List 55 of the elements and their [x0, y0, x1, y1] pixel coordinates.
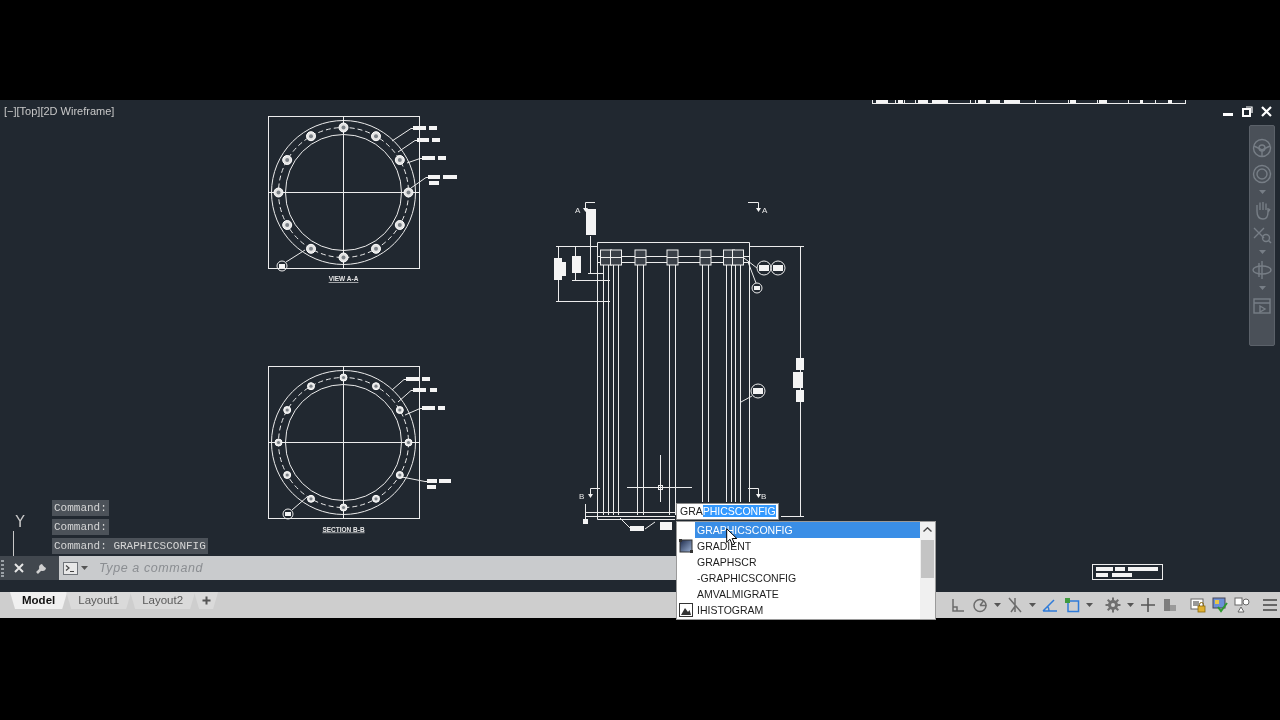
stacked-blocks-icon[interactable] [1162, 597, 1178, 613]
crossed-lines-icon[interactable] [1007, 597, 1023, 613]
autocomplete-item[interactable]: IHISTOGRAM [695, 602, 920, 618]
gear-icon[interactable] [1105, 597, 1121, 613]
picture-icon [679, 603, 693, 617]
caret-icon[interactable] [1127, 603, 1134, 607]
caret-icon[interactable] [994, 603, 1001, 607]
section-letter: B [761, 492, 767, 501]
orbit-icon[interactable] [1252, 260, 1272, 280]
section-letter: B [579, 492, 585, 501]
image-check-icon[interactable] [1212, 597, 1228, 613]
autocomplete-item[interactable]: GRADIENT [695, 538, 920, 554]
new-layout-button[interactable] [194, 592, 219, 609]
caret-icon[interactable] [1258, 190, 1266, 194]
film-icon[interactable] [1252, 296, 1272, 316]
axis-line [13, 530, 14, 557]
section-letter: A [575, 206, 581, 215]
scrollbar[interactable] [920, 522, 935, 619]
circle-angle-icon[interactable] [972, 597, 988, 613]
wheel-icon[interactable] [1252, 138, 1272, 158]
scrollbar-thumb[interactable] [921, 540, 934, 578]
angle-icon[interactable] [1042, 597, 1058, 613]
caret-icon[interactable] [1086, 603, 1093, 607]
autocomplete-item[interactable]: GRAPHSCR [695, 554, 920, 570]
axis-label: Y [15, 513, 25, 531]
scroll-up-icon[interactable] [923, 527, 932, 532]
window-lock-icon[interactable] [1190, 597, 1206, 613]
wrench-icon[interactable] [35, 561, 48, 575]
gradient-square-icon [679, 539, 693, 553]
menu-icon[interactable] [1262, 597, 1278, 613]
shapes-icon[interactable] [1234, 597, 1250, 613]
ring-icon[interactable] [1252, 164, 1272, 184]
autocomplete-item[interactable]: AMVALMIGRATE [695, 586, 920, 602]
zoom-icon[interactable] [1252, 226, 1272, 244]
layout-tab[interactable]: Layout2 [130, 592, 196, 609]
caret-icon[interactable] [1258, 286, 1266, 290]
layout-tab[interactable]: Layout1 [66, 592, 132, 609]
layout-tab[interactable]: Model [10, 592, 68, 609]
caret-icon[interactable] [81, 566, 88, 570]
caret-icon[interactable] [1258, 250, 1266, 254]
autocomplete-item[interactable]: -GRAPHICSCONFIG [695, 570, 920, 586]
plus-icon[interactable] [1140, 597, 1156, 613]
viewport-menu[interactable]: [Top] [16, 104, 41, 118]
caret-icon[interactable] [1029, 603, 1036, 607]
grip-icon[interactable] [1, 559, 4, 577]
square-snap-icon[interactable] [1064, 597, 1080, 613]
right-angle-icon[interactable] [950, 597, 966, 613]
restore-icon[interactable] [1242, 106, 1253, 117]
plus-icon [201, 596, 211, 605]
viewport-menu[interactable]: [2D Wireframe] [40, 104, 115, 118]
close-icon[interactable] [14, 563, 24, 573]
scale-bar-drawing [1092, 564, 1163, 580]
viewport-menu[interactable]: [−] [4, 104, 17, 118]
command-prompt-icon[interactable] [63, 561, 78, 575]
section-letter: A [762, 206, 768, 215]
